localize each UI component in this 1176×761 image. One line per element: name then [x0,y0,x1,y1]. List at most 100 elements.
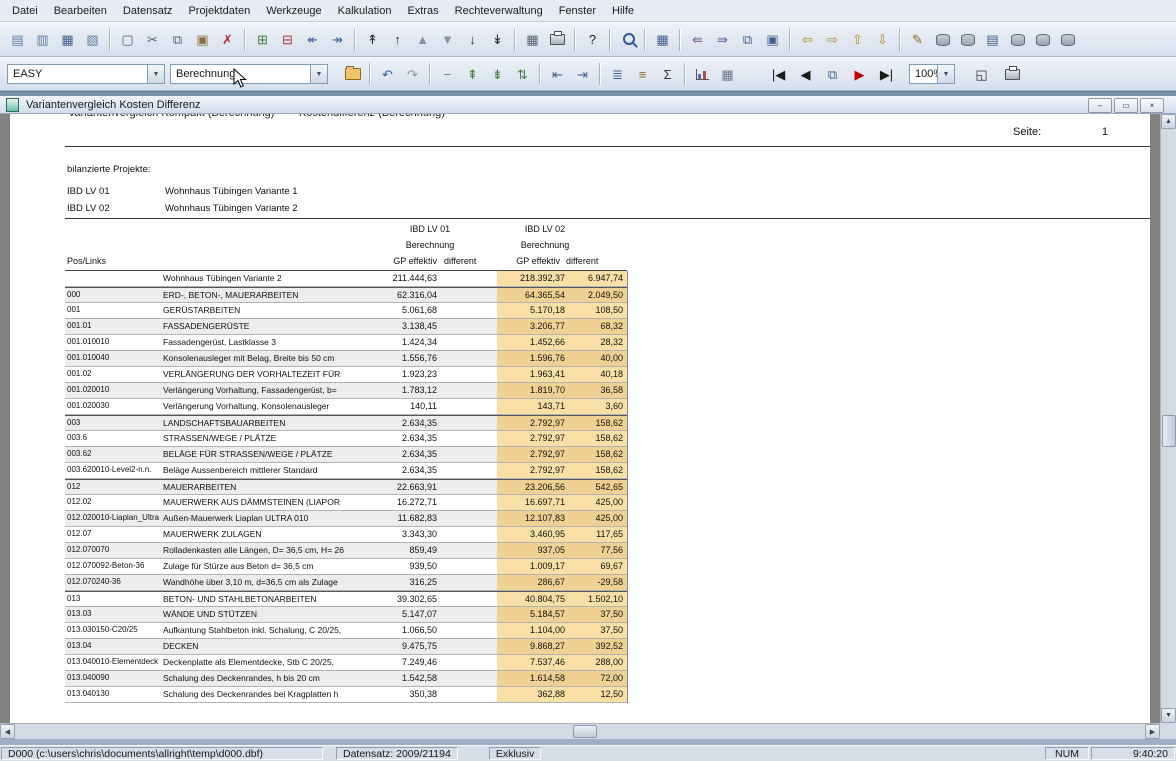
help-icon[interactable]: ? [580,27,605,52]
restore-button[interactable]: ▭ [1114,98,1138,113]
swap-items-icon[interactable]: ⇅ [510,62,535,87]
difference-cell: 1.502,10 [567,594,623,604]
lv01-value-cell: 1.542,58 [363,673,437,683]
doc-export-icon[interactable]: ⇛ [710,27,735,52]
expand-icon[interactable]: ▼ [435,27,460,52]
move-up-icon[interactable]: ↑ [385,27,410,52]
scroll-up-button[interactable]: ▲ [1161,114,1176,129]
demote-level-icon[interactable]: ↠ [325,27,350,52]
copy-pages-icon[interactable]: ⧉ [820,62,845,87]
indent-icon[interactable]: ⇥ [570,62,595,87]
print-icon[interactable] [545,27,570,52]
last-page-icon[interactable]: ▶| [874,62,899,87]
db-save-icon[interactable] [955,27,980,52]
transfer-up-icon[interactable]: ⇧ [845,27,870,52]
chart-icon[interactable] [690,62,715,87]
sum-icon[interactable]: Σ [655,62,680,87]
insert-above-icon[interactable]: ⇞ [460,62,485,87]
undo-icon[interactable]: ↶ [375,62,400,87]
table-icon[interactable]: ▦ [650,27,675,52]
menu-datei[interactable]: Datei [4,2,46,20]
scroll-down-button[interactable]: ▼ [1161,708,1176,723]
menu-extras[interactable]: Extras [399,2,446,20]
search-icon[interactable] [615,27,640,52]
menu-datensatz[interactable]: Datensatz [115,2,181,20]
promote-level-icon[interactable]: ↞ [300,27,325,52]
lv01-value-cell: 316,25 [363,577,437,587]
doc-import-icon[interactable]: ⇚ [685,27,710,52]
doc-copy-icon[interactable]: ⧉ [735,27,760,52]
vertical-scrollbar-thumb[interactable] [1162,415,1176,447]
menu-werkzeuge[interactable]: Werkzeuge [258,2,329,20]
remove-item-icon[interactable]: − [435,62,460,87]
calculation-combo[interactable]: Berechnung ▼ [170,64,328,84]
delete-icon[interactable]: ✗ [215,27,240,52]
report-export-icon[interactable]: ▧ [80,27,105,52]
menu-hilfe[interactable]: Hilfe [604,2,642,20]
cut-icon[interactable]: ✂ [140,27,165,52]
insert-below-icon[interactable]: ⇟ [485,62,510,87]
prev-page-icon[interactable]: ◀ [793,62,818,87]
report-design-icon[interactable]: ▤ [5,27,30,52]
paste-icon[interactable]: ▣ [190,27,215,52]
insert-level-icon[interactable]: ⊞ [250,27,275,52]
menu-fenster[interactable]: Fenster [551,2,604,20]
record-edit-icon[interactable]: ✎ [905,27,930,52]
chevron-down-icon[interactable]: ▼ [147,65,164,83]
move-top-icon[interactable]: ↟ [360,27,385,52]
move-down-icon[interactable]: ↓ [460,27,485,52]
report-page: Variantenvergleich Kompakt (Berechnung) … [10,114,1150,723]
transfer-right-icon[interactable]: ⇨ [820,27,845,52]
menu-kalkulation[interactable]: Kalkulation [330,2,400,20]
move-bottom-icon[interactable]: ↡ [485,27,510,52]
menu-rechteverwaltung[interactable]: Rechteverwaltung [447,2,551,20]
db-delete-icon[interactable] [1055,27,1080,52]
delete-level-icon[interactable]: ⊟ [275,27,300,52]
minimize-button[interactable]: – [1088,98,1112,113]
easy-combo[interactable]: EASY ▼ [7,64,165,84]
subtotal-icon[interactable]: ≡ [630,62,655,87]
first-page-icon[interactable]: |◀ [766,62,791,87]
lv02-value-cell: 362,88 [497,689,565,699]
menu-bearbeiten[interactable]: Bearbeiten [46,2,115,20]
grid-icon[interactable]: ▦ [715,62,740,87]
zoom-combo[interactable]: 100% ▼ [909,64,955,84]
list-icon[interactable]: ≣ [605,62,630,87]
collapse-icon[interactable]: ▲ [410,27,435,52]
menu-projektdaten[interactable]: Projektdaten [180,2,258,20]
scroll-left-button[interactable]: ◀ [0,724,15,739]
difference-cell: 392,52 [567,641,623,651]
description-cell: ERD-, BETON-, MAUERARBEITEN [163,290,363,300]
horizontal-scrollbar-thumb[interactable] [573,725,597,738]
calculator-icon[interactable]: ▦ [520,27,545,52]
copy-icon[interactable]: ⧉ [165,27,190,52]
chevron-down-icon[interactable]: ▼ [937,65,954,83]
db-import-icon[interactable] [1005,27,1030,52]
table-row: 001.020030Verlängerung Vorhaltung, Konso… [65,399,627,415]
db-open-icon[interactable] [930,27,955,52]
outdent-icon[interactable]: ⇤ [545,62,570,87]
table-row: 001GERÜSTARBEITEN5.061,685.170,18108,50 [65,303,627,319]
scroll-right-button[interactable]: ▶ [1145,724,1160,739]
horizontal-scrollbar[interactable]: ◀ ▶ [0,723,1160,739]
doc-paste-icon[interactable]: ▣ [760,27,785,52]
db-save-icon [961,34,975,46]
status-bar: D000 (c:\users\chris\documents\allright\… [0,745,1176,761]
close-button[interactable]: × [1140,98,1164,113]
transfer-down-icon[interactable]: ⇩ [870,27,895,52]
next-page-icon[interactable]: ▶ [847,62,872,87]
report-open-icon[interactable]: ▥ [30,27,55,52]
easy-combo-value: EASY [8,65,147,83]
print-preview-icon[interactable] [1000,62,1025,87]
fit-window-icon[interactable]: ◱ [969,62,994,87]
lv01-value-cell: 211.444,63 [363,273,437,283]
open-folder-icon[interactable] [340,62,365,87]
vertical-scrollbar[interactable]: ▲ ▼ [1160,114,1176,723]
chevron-down-icon[interactable]: ▼ [310,65,327,83]
db-verify-icon[interactable] [1030,27,1055,52]
db-new-icon[interactable]: ▤ [980,27,1005,52]
report-view-icon[interactable]: ▦ [55,27,80,52]
new-document-icon[interactable]: ▢ [115,27,140,52]
redo-icon[interactable]: ↷ [400,62,425,87]
transfer-left-icon[interactable]: ⇦ [795,27,820,52]
